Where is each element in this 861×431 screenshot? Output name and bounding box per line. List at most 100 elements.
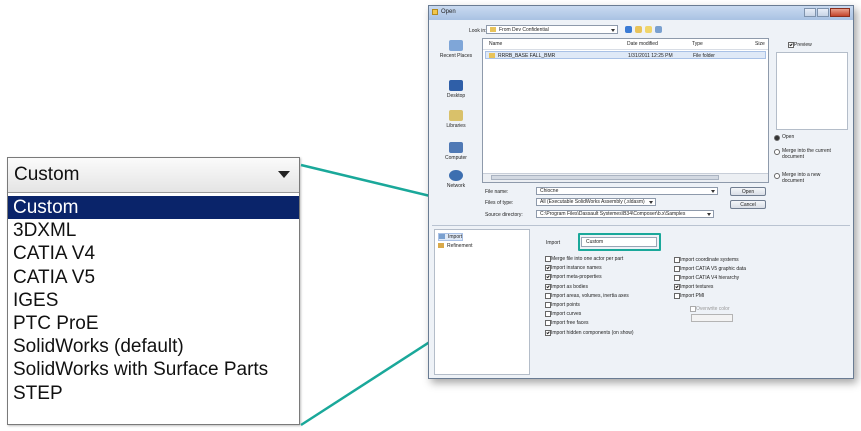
format-option[interactable]: SolidWorks (default) <box>8 335 299 358</box>
chevron-down-icon[interactable] <box>278 171 290 178</box>
place-computer[interactable]: Computer <box>434 142 478 161</box>
import-option-checkbox[interactable]: Import PMI <box>674 293 704 299</box>
import-option-checkbox[interactable]: Import free faces <box>545 320 589 327</box>
look-in-select[interactable]: From Dev Confidential <box>486 25 618 34</box>
format-option[interactable]: Custom <box>8 196 299 220</box>
checkbox-icon <box>674 284 680 290</box>
files-of-type-select[interactable]: All (Executable SolidWorks Assembly (.sl… <box>536 198 656 206</box>
overwrite-color-checkbox[interactable]: Overwrite color <box>690 306 730 312</box>
place-label: Desktop <box>446 93 466 99</box>
checkbox-icon <box>545 320 551 327</box>
column-date-modified[interactable]: Date modified <box>627 41 658 47</box>
folder-icon <box>489 53 495 58</box>
import-option-label: Import CATIA V4 hierarchy <box>680 275 740 281</box>
file-list[interactable]: Name Date modified Type Size RRRB_BASE F… <box>482 38 769 183</box>
place-network[interactable]: Network <box>434 170 478 189</box>
tree-item-import[interactable]: Import <box>438 233 464 241</box>
import-option-label: Merge file into one actor per part <box>551 256 624 262</box>
radio-label: Merge into a new document <box>782 172 821 184</box>
file-name-value: Chiocne <box>540 188 559 194</box>
overwrite-color-select[interactable] <box>691 314 733 322</box>
open-button[interactable]: Open <box>730 187 766 196</box>
checkbox-icon <box>674 266 680 272</box>
file-name-label: File name: <box>485 189 509 195</box>
preview-checkbox[interactable]: Preview <box>788 42 812 48</box>
format-select-value: Custom <box>14 164 80 185</box>
import-option-checkbox[interactable]: Import meta-properties <box>545 274 602 281</box>
format-option[interactable]: 3DXML <box>8 219 299 242</box>
look-in-label: Look in: <box>469 28 487 34</box>
chevron-down-icon <box>611 29 615 32</box>
checkbox-icon <box>545 292 551 299</box>
import-option-checkbox[interactable]: Import instance names <box>545 265 602 272</box>
file-row[interactable]: RRRB_BASE FALL_BMR 1/31/2011 12:25 PM Fi… <box>485 51 766 59</box>
column-name[interactable]: Name <box>489 41 502 47</box>
format-options-list: Custom 3DXML CATIA V4 CATIA V5 IGES PTC ProE S… <box>8 196 299 405</box>
source-select[interactable]: C:\Program Files\Dassault Systemes\B34\C… <box>536 210 714 218</box>
close-button[interactable] <box>830 8 850 17</box>
back-icon[interactable] <box>625 26 632 33</box>
column-size[interactable]: Size <box>755 41 765 47</box>
format-option[interactable]: STEP <box>8 382 299 405</box>
format-select[interactable]: Custom <box>8 158 299 193</box>
overwrite-color-label: Overwrite color <box>696 306 730 312</box>
checkbox-icon <box>545 302 551 308</box>
format-option[interactable]: CATIA V4 <box>8 242 299 265</box>
radio-label: Open <box>782 134 795 140</box>
format-option[interactable]: IGES <box>8 289 299 312</box>
format-option[interactable]: SolidWorks with Surface Parts <box>8 358 299 381</box>
checkbox-icon <box>674 275 680 281</box>
import-option-checkbox[interactable]: Import textures <box>674 284 713 290</box>
place-libraries[interactable]: Libraries <box>434 110 478 129</box>
tree-item-refinement[interactable]: Refinement <box>438 243 473 249</box>
format-option[interactable]: PTC ProE <box>8 312 299 335</box>
import-option-label: Import PMI <box>680 293 705 299</box>
import-option-checkbox[interactable]: Import CATIA V5 graphic data <box>674 266 746 272</box>
file-name-input[interactable]: Chiocne <box>536 187 718 195</box>
cancel-button[interactable]: Cancel <box>730 200 766 209</box>
import-option-checkbox[interactable]: Import areas, volumes, inertia axes <box>545 292 629 299</box>
import-option-label: Import hidden components (on show) <box>551 329 634 336</box>
view-menu-icon[interactable] <box>655 26 662 33</box>
import-option-checkbox[interactable]: Merge file into one actor per part <box>545 256 623 262</box>
import-option-checkbox[interactable]: Import hidden components (on show) <box>545 329 634 336</box>
radio-icon <box>774 149 780 155</box>
radio-label: Merge into the current document <box>782 148 831 160</box>
place-recent[interactable]: Recent Places <box>434 40 478 59</box>
import-icon <box>439 234 445 239</box>
import-option-checkbox[interactable]: Import CATIA V4 hierarchy <box>674 275 739 281</box>
import-option-checkbox[interactable]: Import coordinate systems <box>674 257 739 263</box>
format-option[interactable]: CATIA V5 <box>8 266 299 289</box>
window-controls <box>804 8 850 17</box>
preview-area <box>776 52 848 130</box>
up-folder-icon[interactable] <box>635 26 642 33</box>
format-dropdown-zoom[interactable]: Custom Custom 3DXML CATIA V4 CATIA V5 IGES PT… <box>7 157 300 425</box>
import-option-checkbox[interactable]: Import curves <box>545 311 581 318</box>
open-dialog: Open Look in: From Dev Confidential Rece… <box>428 5 854 379</box>
preview-label: Preview <box>794 42 812 48</box>
import-option-label: Import instance names <box>551 265 602 272</box>
checkbox-icon <box>545 283 551 290</box>
column-type[interactable]: Type <box>692 41 703 47</box>
minimize-button[interactable] <box>804 8 816 17</box>
radio-icon <box>774 173 780 179</box>
scrollbar-thumb[interactable] <box>491 175 719 180</box>
import-option-label: Import textures <box>680 284 714 290</box>
place-label: Computer <box>445 155 467 161</box>
maximize-button[interactable] <box>817 8 829 17</box>
dialog-title: Open <box>441 9 456 15</box>
dialog-titlebar: Open <box>429 6 853 20</box>
import-option-checkbox[interactable]: Import as bodies <box>545 283 588 290</box>
place-desktop[interactable]: Desktop <box>434 80 478 99</box>
checkbox-icon <box>545 274 551 281</box>
import-option-label: Import free faces <box>551 320 589 327</box>
options-tree: Import Refinement <box>434 229 530 375</box>
import-option-label: Import areas, volumes, inertia axes <box>551 292 629 299</box>
computer-icon <box>449 142 463 153</box>
section-divider <box>432 225 850 226</box>
new-folder-icon[interactable] <box>645 26 652 33</box>
import-option-checkbox[interactable]: Import points <box>545 302 580 308</box>
files-of-type-label: Files of type: <box>485 200 514 206</box>
horizontal-scrollbar[interactable] <box>483 173 768 182</box>
radio-icon <box>774 135 780 141</box>
